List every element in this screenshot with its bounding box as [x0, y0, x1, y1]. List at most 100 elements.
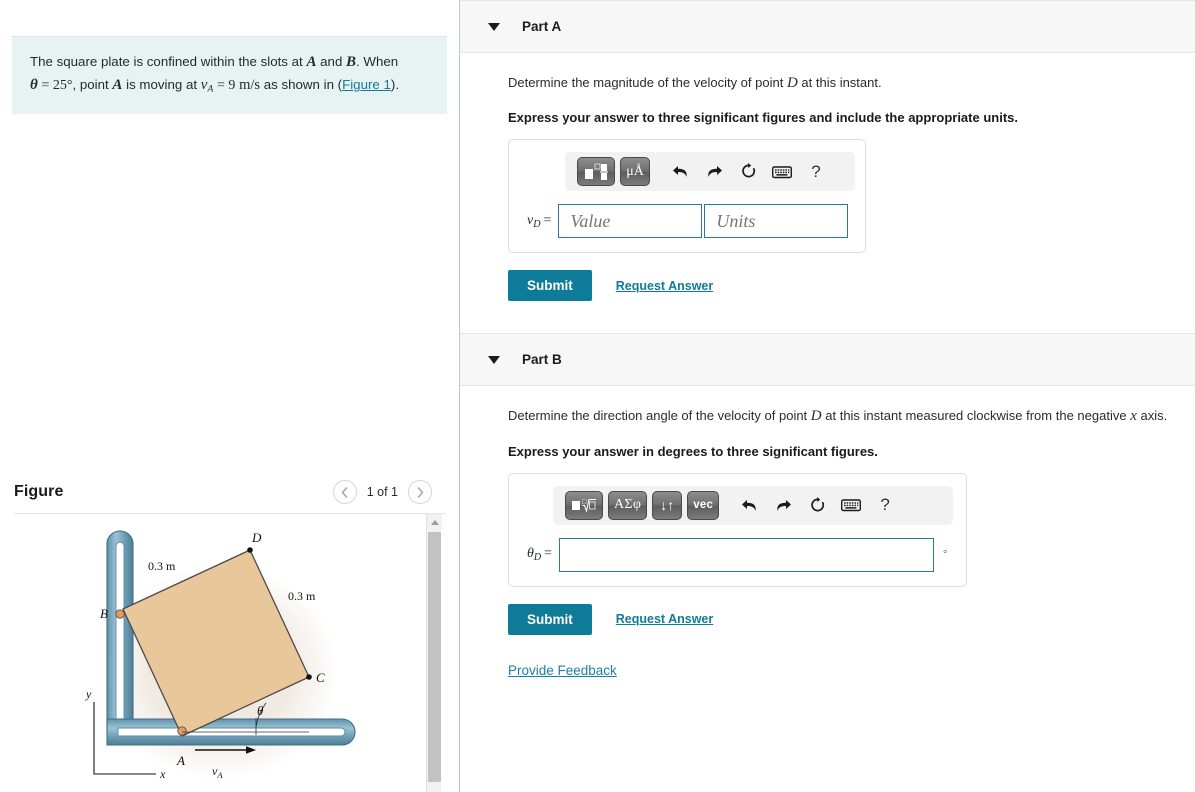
figure-header: Figure 1 of 1: [0, 470, 460, 514]
part-a-equals: =: [543, 212, 552, 228]
figure-pagination: 1 of 1: [332, 480, 446, 504]
greek-letters-button[interactable]: ΑΣφ: [608, 490, 648, 520]
part-b-var-symbol: θ: [527, 545, 534, 561]
figure-body: D B C A θ vA y x 0.3 m 0.3 m: [0, 514, 460, 792]
part-b-submit-button[interactable]: Submit: [508, 603, 592, 635]
page-root: The square plate is confined within the …: [0, 0, 1195, 792]
statement-text-and: and: [316, 54, 347, 69]
label-y-axis: y: [85, 687, 92, 701]
part-b-block: Part B Determine the direction angle of …: [460, 333, 1195, 635]
figure-scrollbar[interactable]: [426, 514, 442, 792]
keyboard-icon[interactable]: [765, 158, 799, 186]
part-a-variable-label: vD =: [523, 213, 551, 230]
vertex-c-dot: [306, 674, 312, 680]
subscript-superscript-button[interactable]: ↓↑: [652, 490, 683, 520]
part-b-question-var: D: [810, 408, 822, 425]
statement-var-a2: A: [112, 77, 123, 94]
part-a-units-input[interactable]: [704, 204, 849, 239]
part-a-question-text: Determine the magnitude of the velocity …: [508, 75, 787, 90]
label-a: A: [176, 753, 185, 768]
part-a-body: Determine the magnitude of the velocity …: [460, 53, 1195, 302]
svg-text:□: □: [582, 498, 587, 506]
figure-gutter: [380, 514, 426, 792]
scrollbar-thumb[interactable]: [428, 532, 441, 782]
subscript-superscript-label: ↓↑: [660, 497, 675, 513]
part-b-var-subscript: D: [533, 552, 542, 563]
statement-text-shown: as shown in (: [260, 77, 343, 93]
part-a-header[interactable]: Part A: [460, 0, 1195, 53]
part-b-math-toolbar: □ ΑΣφ ↓↑ vec ?: [553, 485, 953, 525]
template-squares-icon: [585, 163, 608, 180]
greek-letters-label: ΑΣφ: [614, 497, 642, 512]
redo-icon[interactable]: [697, 158, 731, 186]
part-a-tool-icons: ?: [663, 158, 833, 186]
chevron-left-icon: [341, 486, 348, 498]
statement-va-value: = 9: [217, 78, 236, 94]
undo-icon[interactable]: [732, 491, 766, 519]
part-a-block: Part A Determine the magnitude of the ve…: [460, 0, 1195, 333]
square-plate-mechanism-diagram: D B C A θ vA y x 0.3 m 0.3 m: [85, 530, 356, 781]
statement-text-point: , point: [72, 77, 113, 93]
part-a-answer-box: μÅ ? vD = Value Units: [508, 139, 866, 254]
collapse-triangle-icon[interactable]: [488, 22, 500, 31]
figure-prev-button[interactable]: [332, 480, 357, 504]
figure-diagram: D B C A θ vA y x 0.3 m 0.3 m: [60, 522, 380, 792]
caret-up-icon: [430, 519, 439, 525]
part-a-value-input[interactable]: [558, 204, 703, 239]
units-button[interactable]: μÅ: [620, 157, 650, 187]
part-b-body: Determine the direction angle of the vel…: [460, 386, 1195, 635]
part-b-tool-icons: ?: [732, 491, 902, 519]
vector-button[interactable]: vec: [687, 490, 720, 520]
reset-icon[interactable]: [800, 491, 834, 519]
provide-feedback-link[interactable]: Provide Feedback: [508, 663, 617, 678]
redo-icon[interactable]: [766, 491, 800, 519]
part-a-actions: Submit Request Answer: [508, 270, 1195, 302]
statement-theta-symbol: θ: [30, 77, 38, 94]
part-b-question-var2: x: [1130, 408, 1137, 425]
label-c: C: [316, 670, 325, 685]
reset-icon[interactable]: [731, 158, 765, 186]
part-b-title: Part B: [522, 352, 562, 368]
vector-button-label: vec: [693, 499, 714, 511]
pin-a: [177, 726, 187, 736]
label-side-right: 0.3 m: [288, 589, 316, 603]
part-b-value-input[interactable]: [559, 537, 935, 572]
undo-icon[interactable]: [663, 158, 697, 186]
figure-1-link[interactable]: Figure 1: [342, 77, 391, 92]
part-a-math-toolbar: μÅ ?: [565, 152, 855, 192]
part-a-request-answer-link[interactable]: Request Answer: [616, 279, 713, 293]
part-a-input-row: vD =: [523, 204, 851, 239]
part-a-question: Determine the magnitude of the velocity …: [508, 73, 1195, 93]
template-root-icon: □: [572, 498, 596, 513]
footer: Provide Feedback: [460, 635, 1195, 678]
figure-title: Figure: [14, 483, 64, 500]
figure-next-button[interactable]: [408, 480, 432, 504]
statement-var-a: A: [306, 54, 317, 70]
label-d: D: [251, 530, 262, 545]
statement-va-units: m/s: [239, 77, 261, 94]
math-template-button[interactable]: [577, 157, 615, 187]
part-a-question-var: D: [786, 75, 798, 91]
help-icon[interactable]: ?: [799, 158, 833, 186]
collapse-triangle-icon[interactable]: [488, 355, 500, 364]
label-side-top: 0.3 m: [148, 559, 176, 573]
right-panel: Part A Determine the magnitude of the ve…: [460, 0, 1195, 792]
part-b-header[interactable]: Part B: [460, 333, 1195, 387]
pin-b: [115, 609, 125, 619]
part-b-actions: Submit Request Answer: [508, 603, 1195, 635]
part-a-var-subscript: D: [533, 218, 541, 230]
degree-symbol: °: [943, 549, 948, 560]
keyboard-icon[interactable]: [834, 491, 868, 519]
scroll-up-button[interactable]: [427, 514, 442, 530]
part-a-submit-button[interactable]: Submit: [508, 270, 592, 302]
units-button-label: μÅ: [626, 163, 644, 179]
statement-text-moving: is moving at: [122, 77, 201, 93]
part-b-question-tail2: axis.: [1136, 408, 1168, 424]
part-b-question-tail: at this instant measured clockwise from …: [821, 408, 1131, 424]
math-template-button[interactable]: □: [565, 490, 603, 520]
label-b: B: [100, 606, 108, 621]
help-icon[interactable]: ?: [868, 491, 902, 519]
part-b-request-answer-link[interactable]: Request Answer: [616, 612, 713, 626]
part-b-input-row: θD = °: [523, 537, 952, 572]
statement-text-end: ).: [390, 77, 400, 93]
